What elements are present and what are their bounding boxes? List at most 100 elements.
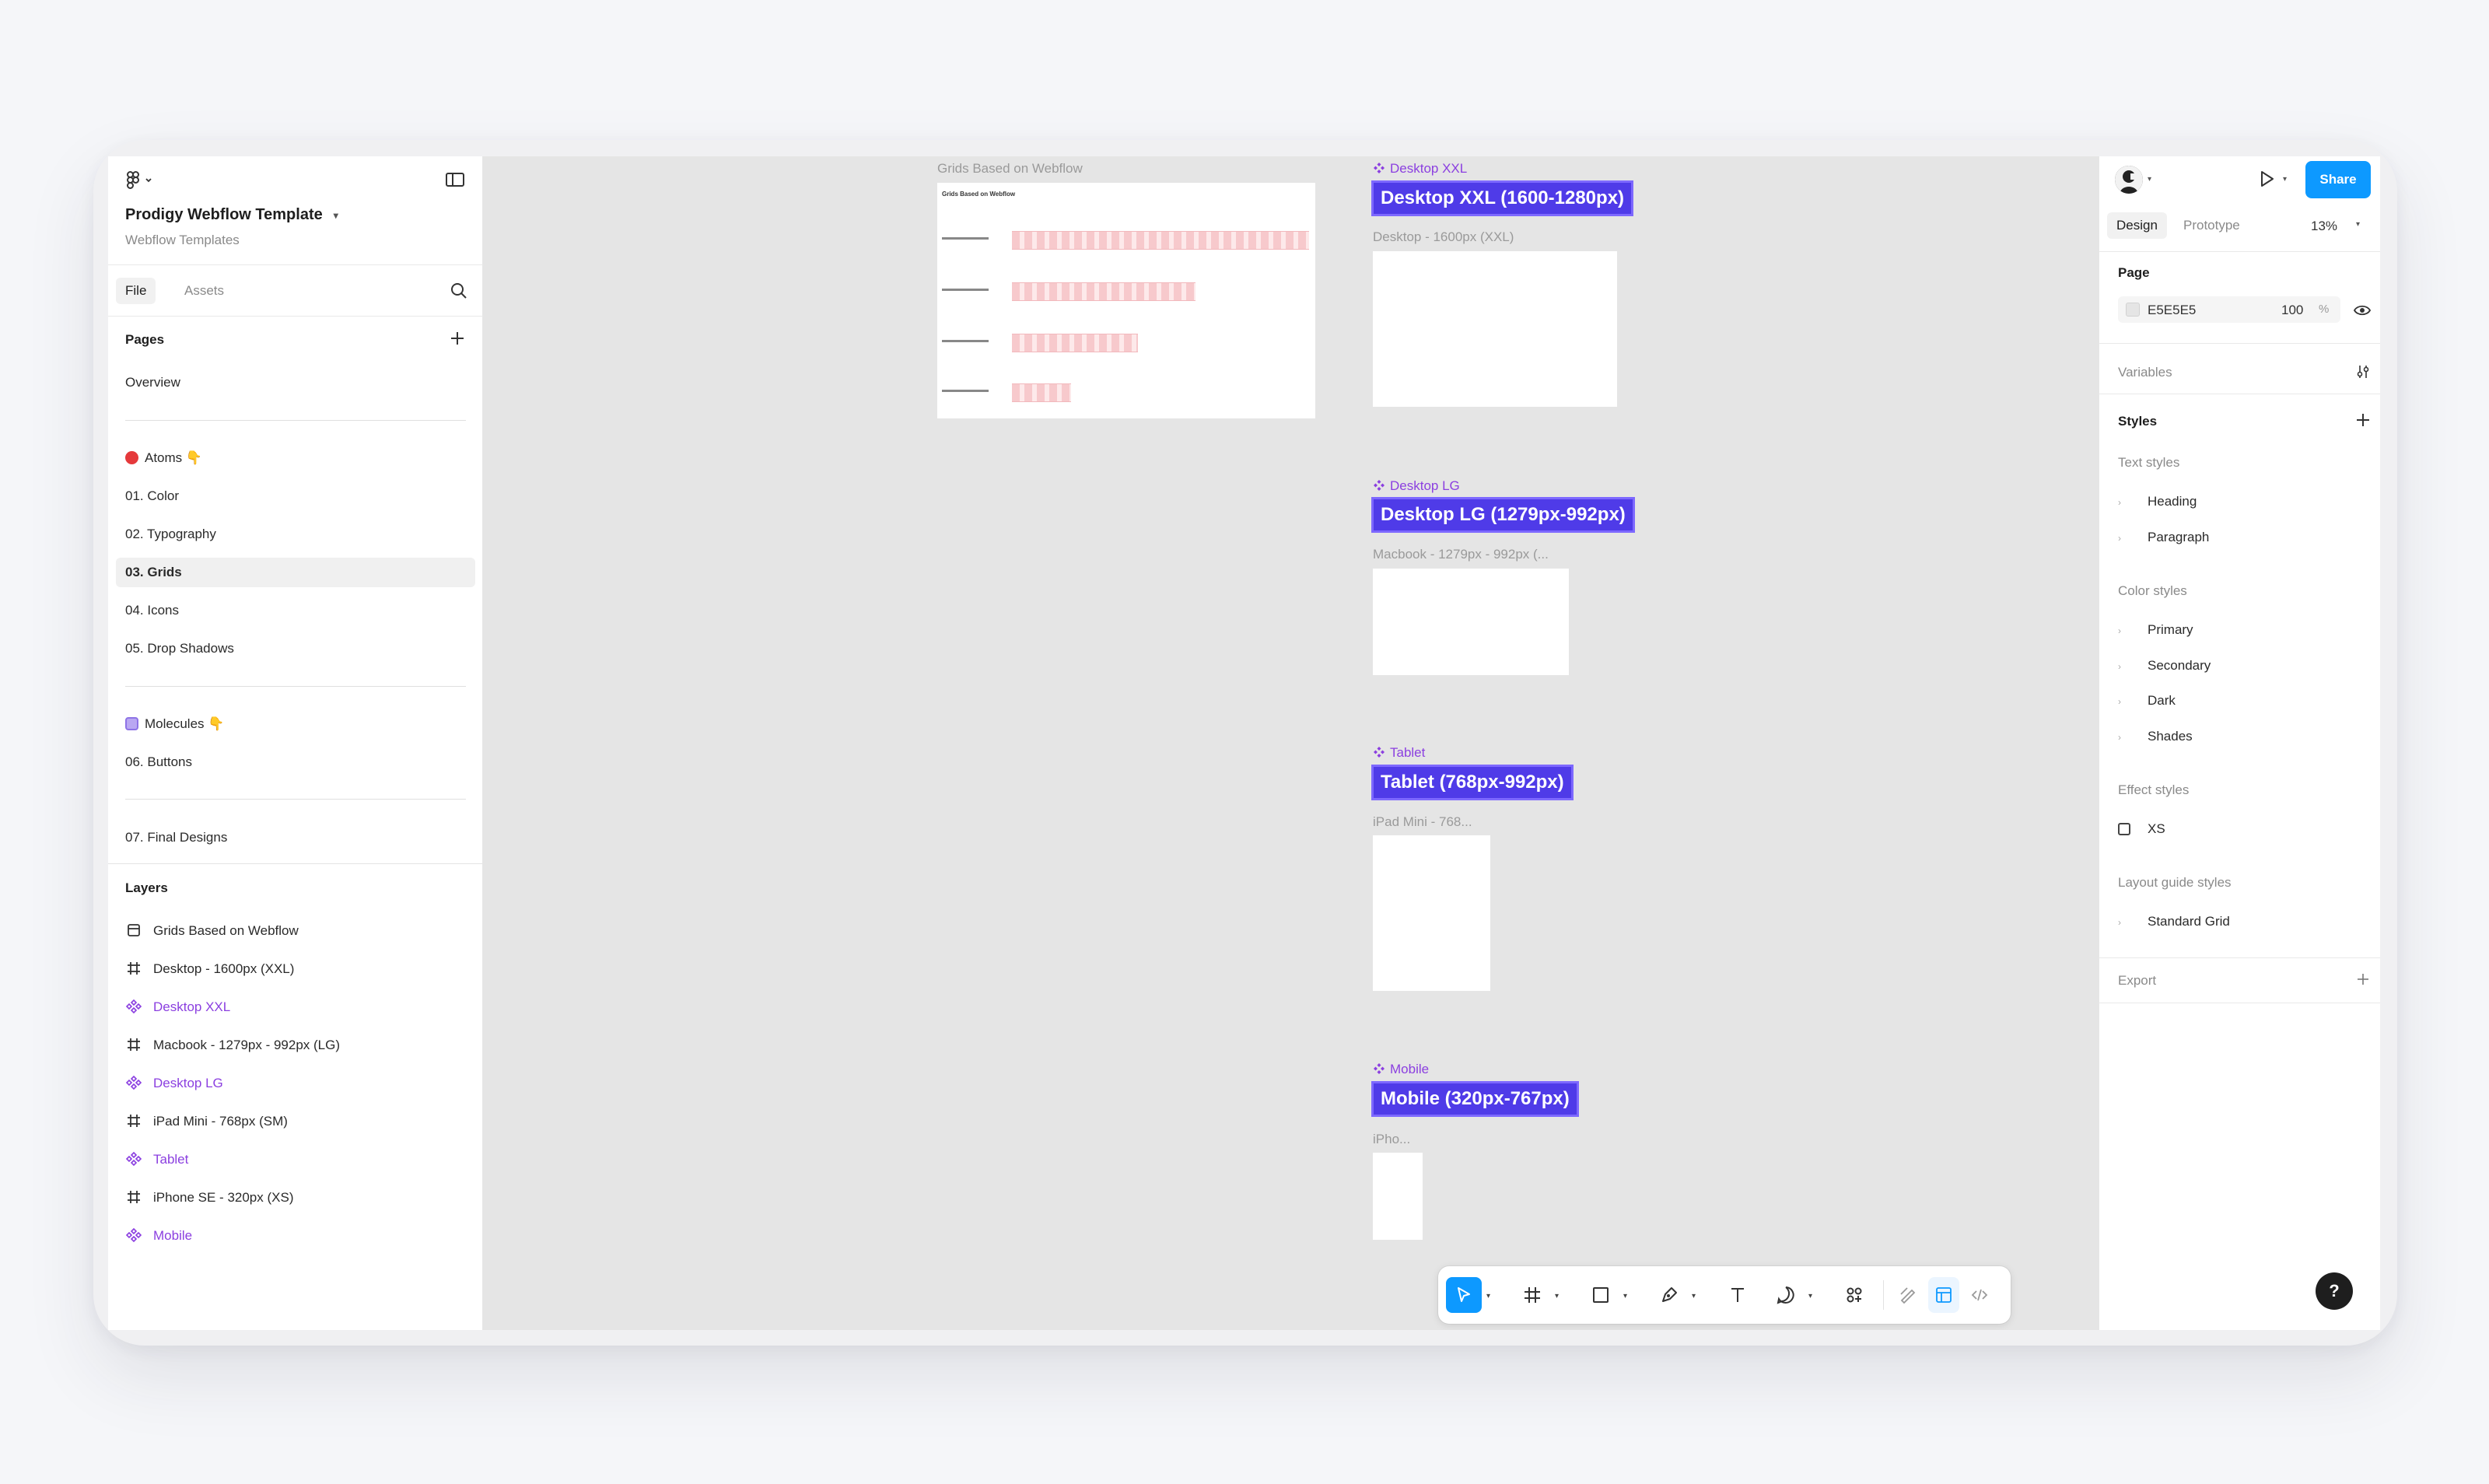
eye-icon[interactable] [2353, 301, 2372, 320]
layer-iphone-frame[interactable]: iPhone SE - 320px (XS) [125, 1184, 467, 1212]
frame-name-macbook[interactable]: Macbook - 1279px - 992px (... [1373, 547, 1549, 562]
tab-prototype[interactable]: Prototype [2174, 212, 2249, 239]
styles-heading: Styles [2118, 414, 2158, 429]
component-name-mobile[interactable]: Mobile [1373, 1062, 1429, 1077]
avatar[interactable] [2115, 166, 2143, 194]
frame-icon [1525, 1287, 1540, 1303]
draw-mode[interactable] [1892, 1277, 1924, 1313]
add-page-icon[interactable] [448, 329, 467, 348]
chevron-down-icon[interactable]: ▾ [2148, 175, 2151, 184]
layer-tablet-component[interactable]: Tablet [125, 1146, 467, 1174]
figma-menu-button[interactable] [125, 170, 156, 191]
component-name-tablet[interactable]: Tablet [1373, 745, 1425, 761]
frame-name-ipad[interactable]: iPad Mini - 768... [1373, 814, 1472, 830]
color-style-shades[interactable]: › Shades [2118, 729, 2193, 744]
comment-tool[interactable] [1768, 1277, 1804, 1313]
project-name[interactable]: Webflow Templates [125, 233, 240, 248]
page-item-drop-shadows[interactable]: 05. Drop Shadows [116, 634, 475, 663]
grids-section-thumbnail[interactable]: Grids Based on Webflow [937, 183, 1315, 418]
sidebar-toggle-icon[interactable] [444, 169, 466, 191]
figma-logo-icon [127, 171, 152, 189]
add-style-icon[interactable] [2354, 411, 2372, 429]
search-icon[interactable] [449, 281, 469, 301]
design-canvas[interactable]: Grids Based on Webflow Grids Based on We… [484, 156, 2099, 1330]
code-icon [1971, 1289, 1988, 1301]
page-label: Molecules 👇 [145, 716, 225, 731]
actions-tool[interactable] [1836, 1277, 1872, 1313]
breakpoint-label-tablet[interactable]: Tablet (768px-992px) [1371, 765, 1574, 800]
layer-macbook-frame[interactable]: Macbook - 1279px - 992px (LG) [125, 1031, 467, 1059]
chevron-right-icon: › [2118, 661, 2121, 672]
layer-desktop-xxl-frame[interactable]: Desktop - 1600px (XXL) [125, 955, 467, 983]
move-tool[interactable] [1446, 1277, 1482, 1313]
chevron-down-icon[interactable]: ▾ [2356, 220, 2360, 229]
file-title[interactable]: Prodigy Webflow Template ▾ [125, 206, 338, 224]
frame-iphone[interactable] [1373, 1153, 1423, 1240]
frame-macbook[interactable] [1373, 569, 1569, 675]
chevron-down-icon[interactable]: ▾ [1555, 1292, 1559, 1300]
share-button[interactable]: Share [2305, 161, 2371, 198]
present-icon[interactable] [2255, 167, 2278, 191]
color-style-dark[interactable]: › Dark [2118, 693, 2176, 709]
color-style-primary[interactable]: › Primary [2118, 622, 2193, 638]
tab-design[interactable]: Design [2107, 212, 2167, 239]
layer-mobile-component[interactable]: Mobile [125, 1222, 467, 1250]
export-label[interactable]: Export [2118, 973, 2156, 989]
dev-mode[interactable] [1964, 1277, 1995, 1313]
chevron-down-icon[interactable]: ▾ [1692, 1292, 1696, 1300]
page-item-buttons[interactable]: 06. Buttons [116, 747, 475, 777]
chevron-down-icon[interactable]: ▾ [1623, 1292, 1627, 1300]
chevron-down-icon[interactable]: ▾ [1808, 1292, 1812, 1300]
frame-name-desktop-xxl[interactable]: Desktop - 1600px (XXL) [1373, 229, 1514, 245]
sliders-icon[interactable] [2354, 363, 2372, 380]
layer-label: Desktop XXL [153, 999, 231, 1014]
breakpoint-label-mobile[interactable]: Mobile (320px-767px) [1371, 1081, 1579, 1117]
thumb-title: Grids Based on Webflow [942, 191, 1016, 198]
tab-assets[interactable]: Assets [175, 278, 233, 304]
zoom-level[interactable]: 13% [2311, 219, 2337, 234]
page-item-grids[interactable]: 03. Grids [116, 558, 475, 587]
page-label: 07. Final Designs [125, 830, 228, 845]
color-style-secondary[interactable]: › Secondary [2118, 658, 2211, 674]
effect-style-xs[interactable]: XS [2118, 821, 2165, 837]
page-fill-opacity[interactable]: 100 [2281, 303, 2303, 318]
text-style-heading[interactable]: › Heading [2118, 494, 2197, 509]
tab-file[interactable]: File [116, 278, 156, 304]
text-style-paragraph[interactable]: › Paragraph [2118, 530, 2209, 545]
chevron-down-icon[interactable]: ▾ [2283, 175, 2287, 184]
page-item-icons[interactable]: 04. Icons [116, 596, 475, 625]
page-fill-hex[interactable]: E5E5E5 [2148, 303, 2196, 318]
bottom-toolbar: ▾ ▾ ▾ ▾ ▾ [1438, 1266, 2011, 1324]
pen-tool[interactable] [1651, 1277, 1687, 1313]
frame-tool[interactable] [1514, 1277, 1550, 1313]
layer-desktop-xxl-component[interactable]: Desktop XXL [125, 993, 467, 1021]
layout-guide-standard-grid[interactable]: › Standard Grid [2118, 914, 2230, 929]
design-mode[interactable] [1928, 1277, 1959, 1313]
help-button[interactable]: ? [2316, 1272, 2353, 1310]
frame-name-iphone[interactable]: iPho... [1373, 1132, 1410, 1147]
frame-ipad[interactable] [1373, 835, 1490, 991]
component-name-desktop-xxl[interactable]: Desktop XXL [1373, 161, 1467, 177]
layer-grids-section[interactable]: Grids Based on Webflow [125, 917, 467, 945]
page-item-typography[interactable]: 02. Typography [116, 520, 475, 549]
page-item-overview[interactable]: Overview [116, 368, 475, 397]
layer-ipad-frame[interactable]: iPad Mini - 768px (SM) [125, 1108, 467, 1136]
color-swatch[interactable] [2126, 303, 2140, 317]
layer-desktop-lg-component[interactable]: Desktop LG [125, 1069, 467, 1097]
add-export-icon[interactable] [2354, 971, 2372, 988]
breakpoint-label-desktop-lg[interactable]: Desktop LG (1279px-992px) [1371, 497, 1635, 533]
page-item-final-designs[interactable]: 07. Final Designs [116, 823, 475, 852]
component-name-desktop-lg[interactable]: Desktop LG [1373, 478, 1460, 494]
page-item-color[interactable]: 01. Color [116, 481, 475, 511]
frame-desktop-xxl[interactable] [1373, 251, 1617, 407]
section-label[interactable]: Grids Based on Webflow [937, 161, 1083, 177]
chevron-down-icon[interactable]: ▾ [1486, 1292, 1490, 1300]
text-tool[interactable] [1720, 1277, 1756, 1313]
page-fill-row[interactable]: E5E5E5 100 % [2118, 296, 2340, 323]
page-item-atoms[interactable]: Atoms 👇 [116, 443, 475, 473]
page-item-molecules[interactable]: Molecules 👇 [116, 709, 475, 739]
breakpoint-label-desktop-xxl[interactable]: Desktop XXL (1600-1280px) [1371, 180, 1634, 216]
layer-label: Desktop LG [153, 1076, 223, 1090]
variables-label[interactable]: Variables [2118, 365, 2172, 380]
shape-tool[interactable] [1583, 1277, 1619, 1313]
